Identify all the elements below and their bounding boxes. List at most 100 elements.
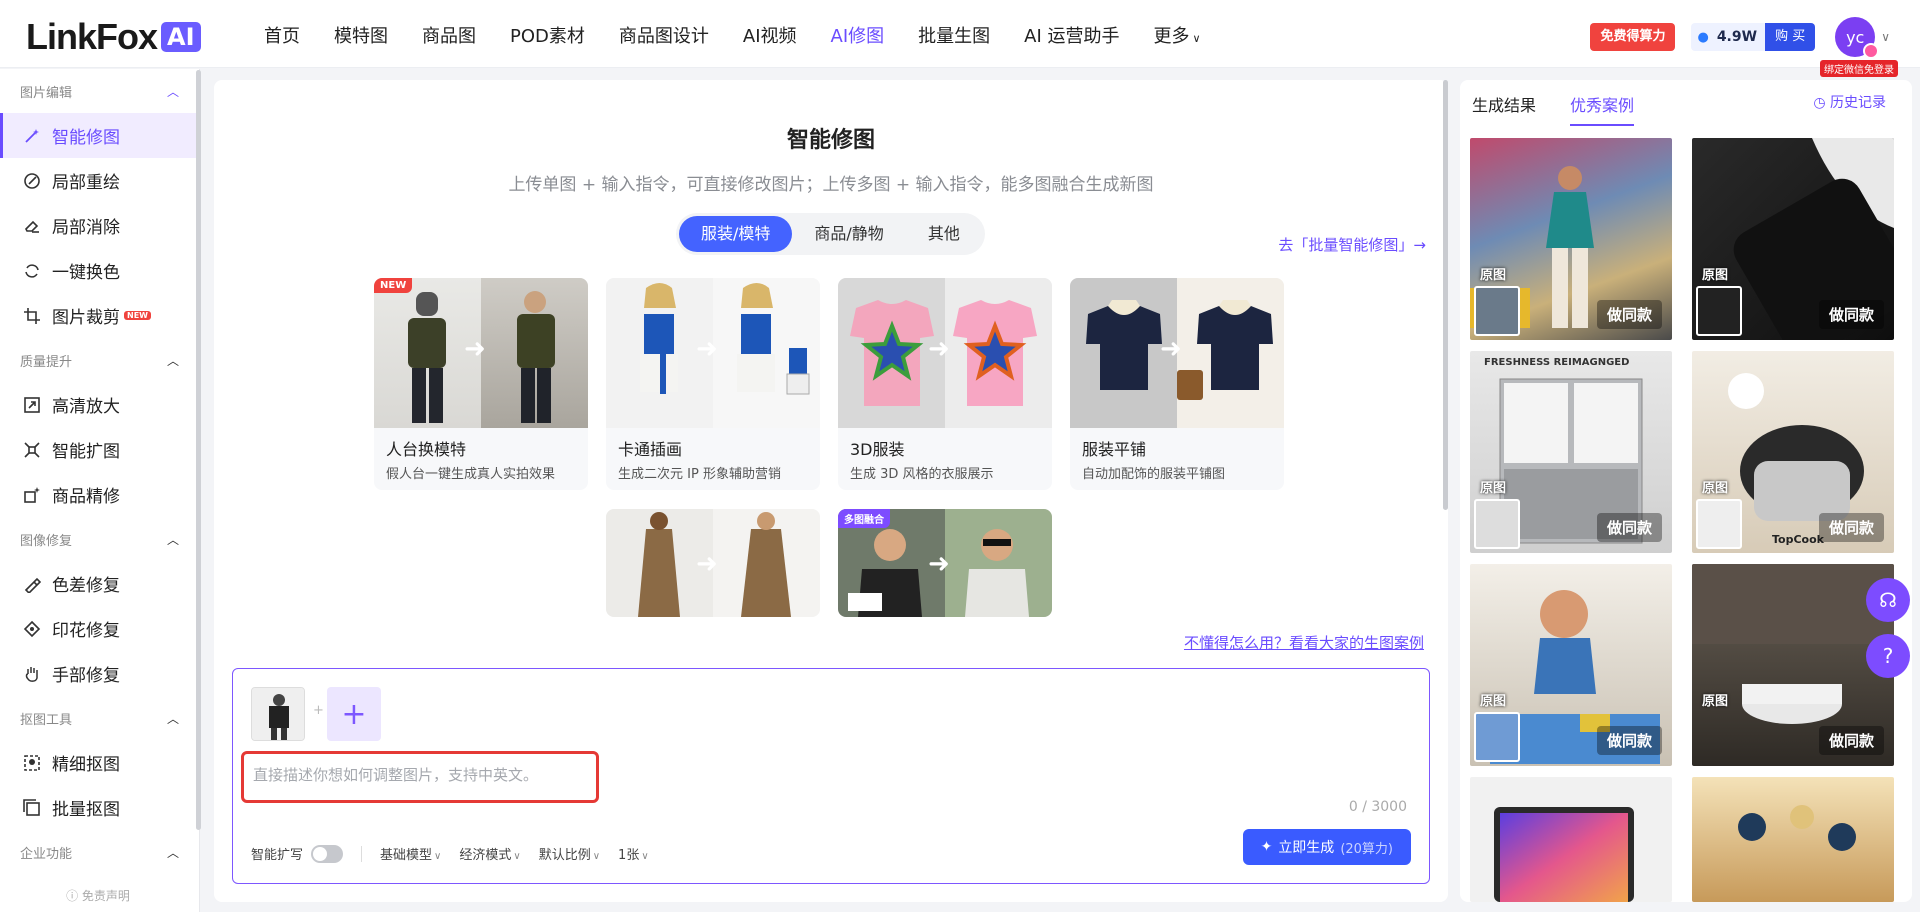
example-card[interactable]: ➜ xyxy=(606,509,820,617)
example-card[interactable]: ➜ 服装平铺 自动加配饰的服装平铺图 xyxy=(1070,278,1284,490)
nav-batch-generate[interactable]: 批量生图 xyxy=(918,22,990,48)
original-label: 原图 xyxy=(1480,268,1507,283)
sidebar-item-batch-cutout[interactable]: 批量抠图 xyxy=(0,785,199,830)
avatar[interactable]: yc xyxy=(1835,17,1880,59)
make-same-button[interactable]: 做同款 xyxy=(1818,513,1884,542)
chevron-down-icon: ∨ xyxy=(513,851,521,862)
free-credits-button[interactable]: 免费得算力 xyxy=(1590,23,1676,51)
count-select[interactable]: 1张 ∨ xyxy=(618,844,649,863)
sidebar-item-fine-cutout[interactable]: 精细抠图 xyxy=(0,740,199,785)
ratio-select[interactable]: 默认比例 ∨ xyxy=(539,844,600,863)
make-same-button[interactable]: 做同款 xyxy=(1596,726,1662,755)
sidebar-item-partial-erase[interactable]: 局部消除 xyxy=(0,203,199,248)
sidebar-item-color-fix[interactable]: 色差修复 xyxy=(0,561,199,606)
help-examples-link[interactable]: 不懂得怎么用？看看大家的生图案例 xyxy=(1184,632,1424,653)
right-panel: 生成结果 优秀案例 ◷ 历史记录 原图 做同款 原图 做同款 FRESHNESS… xyxy=(1460,80,1912,902)
section-header[interactable]: 质量提升 ︿ xyxy=(0,338,199,382)
generate-button[interactable]: ✦ 立即生成 (20算力) xyxy=(1242,829,1411,865)
nav-more-label: 更多 xyxy=(1153,26,1190,47)
sidebar-item-color-swap[interactable]: 一键换色 xyxy=(0,248,199,293)
tab-apparel-model[interactable]: 服装/模特 xyxy=(679,216,793,252)
disclaimer-label: 免责声明 xyxy=(81,889,130,903)
make-same-button[interactable]: 做同款 xyxy=(1596,300,1662,329)
sidebar-item-partial-redraw[interactable]: 局部重绘 xyxy=(0,158,199,203)
card-image: ➜ xyxy=(838,278,1052,428)
chevron-up-icon: ︿ xyxy=(166,532,179,547)
section-header[interactable]: 图像修复 ︿ xyxy=(0,517,199,561)
bind-wechat-tip[interactable]: 绑定微信免登录 xyxy=(1820,60,1898,77)
generate-cost: (20算力) xyxy=(1340,841,1393,857)
tab-product-still[interactable]: 商品/静物 xyxy=(792,216,905,252)
card-image: ➜ xyxy=(1070,278,1284,428)
batch-retouch-link[interactable]: 去「批量智能修图」→ xyxy=(1278,234,1426,255)
example-card[interactable]: ➜ 卡通插画 生成二次元 IP 形象辅助营销 xyxy=(606,278,820,490)
sidebar-item-label: 局部消除 xyxy=(52,218,120,238)
showcase-item[interactable]: 原图 做同款 xyxy=(1692,564,1894,766)
showcase-item[interactable] xyxy=(1470,777,1672,902)
sidebar-item-smart-expand[interactable]: 智能扩图 xyxy=(0,427,199,472)
add-image-button[interactable]: + xyxy=(327,687,381,741)
upscale-icon xyxy=(22,395,42,415)
tab-other[interactable]: 其他 xyxy=(906,216,982,252)
sidebar-item-product-retouch[interactable]: 商品精修 xyxy=(0,472,199,517)
main-scrollbar[interactable] xyxy=(1443,80,1448,510)
make-same-button[interactable]: 做同款 xyxy=(1818,300,1884,329)
showcase-item[interactable]: TopCook 原图 做同款 xyxy=(1692,351,1894,553)
section-header[interactable]: 图片编辑 ︿ xyxy=(0,69,199,113)
logo-badge: AI xyxy=(161,22,201,52)
showcase-item[interactable] xyxy=(1692,777,1894,902)
showcase-item[interactable]: 原图 做同款 xyxy=(1470,138,1672,340)
sidebar-item-print-fix[interactable]: 印花修复 xyxy=(0,606,199,651)
arrow-right-icon: ➜ xyxy=(464,334,486,364)
top-right-actions: 免费得算力 ● 4.9W 购 买 yc ∨ xyxy=(1590,17,1890,59)
sidebar-item-smart-retouch[interactable]: 智能修图 xyxy=(0,113,199,158)
right-tabs: 生成结果 优秀案例 xyxy=(1472,92,1668,126)
chevron-down-icon: ∨ xyxy=(641,851,649,862)
nav-ai-video[interactable]: AI视频 xyxy=(743,22,797,48)
logo[interactable]: LinkFox AI xyxy=(26,16,201,58)
nav-ai-ops-assistant[interactable]: AI 运营助手 xyxy=(1024,22,1119,48)
uploaded-image-thumbnail[interactable] xyxy=(251,687,305,741)
mode-select[interactable]: 经济模式 ∨ xyxy=(459,844,520,863)
showcase-item[interactable]: 原图 做同款 xyxy=(1692,138,1894,340)
showcase-item[interactable]: FRESHNESS REIMAGNGED 原图 做同款 xyxy=(1470,351,1672,553)
nav-ai-retouch[interactable]: AI修图 xyxy=(831,22,885,48)
sidebar-item-image-crop[interactable]: 图片裁剪 NEW xyxy=(0,293,199,338)
sidebar-scrollbar[interactable] xyxy=(196,70,201,830)
history-link[interactable]: ◷ 历史记录 xyxy=(1813,92,1886,112)
model-select[interactable]: 基础模型 ∨ xyxy=(380,844,441,863)
nav-product-design[interactable]: 商品图设计 xyxy=(619,22,709,48)
nav-more[interactable]: 更多 ∨ xyxy=(1153,22,1200,48)
avatar-initials: yc xyxy=(1846,27,1865,47)
headset-icon: ☊ xyxy=(1879,588,1897,612)
chevron-down-icon[interactable]: ∨ xyxy=(1881,30,1890,44)
chevron-up-icon: ︿ xyxy=(166,84,179,99)
example-card[interactable]: ➜ NEW 人台换模特 假人台一键生成真人实拍效果 xyxy=(374,278,588,490)
smart-expand-toggle[interactable] xyxy=(311,844,344,863)
sidebar-item-hand-fix[interactable]: 手部修复 xyxy=(0,651,199,696)
make-same-button[interactable]: 做同款 xyxy=(1596,513,1662,542)
tab-results[interactable]: 生成结果 xyxy=(1472,92,1536,126)
nav-pod-assets[interactable]: POD素材 xyxy=(510,22,585,48)
help-button[interactable]: ? xyxy=(1866,634,1910,678)
buy-button[interactable]: 购 买 xyxy=(1765,23,1816,51)
tab-showcase[interactable]: 优秀案例 xyxy=(1570,92,1635,126)
multi-image-fusion-badge: 多图融合 xyxy=(838,509,890,528)
section-header[interactable]: 企业功能 ︿ xyxy=(0,830,199,874)
make-same-button[interactable]: 做同款 xyxy=(1818,726,1884,755)
magic-wand-icon xyxy=(22,126,42,146)
section-title: 图像修复 xyxy=(20,533,73,549)
example-card[interactable]: ➜ 多图融合 xyxy=(838,509,1052,617)
sidebar-item-hd-upscale[interactable]: 高清放大 xyxy=(0,382,199,427)
arrow-right-icon: ➜ xyxy=(928,334,950,364)
example-card[interactable]: ➜ 3D服装 生成 3D 风格的衣服展示 xyxy=(838,278,1052,490)
customer-service-button[interactable]: ☊ xyxy=(1866,578,1910,622)
disclaimer-link[interactable]: ⓘ 免责声明 xyxy=(0,887,196,904)
nav-product-image[interactable]: 商品图 xyxy=(422,22,476,48)
batch-cutout-icon xyxy=(22,798,42,818)
showcase-item[interactable]: 原图 做同款 xyxy=(1470,564,1672,766)
nav-home[interactable]: 首页 xyxy=(264,22,300,48)
section-header[interactable]: 抠图工具 ︿ xyxy=(0,696,199,740)
prompt-input[interactable]: 直接描述你想如何调整图片，支持中英文。 xyxy=(241,751,599,803)
nav-model-image[interactable]: 模特图 xyxy=(334,22,388,48)
